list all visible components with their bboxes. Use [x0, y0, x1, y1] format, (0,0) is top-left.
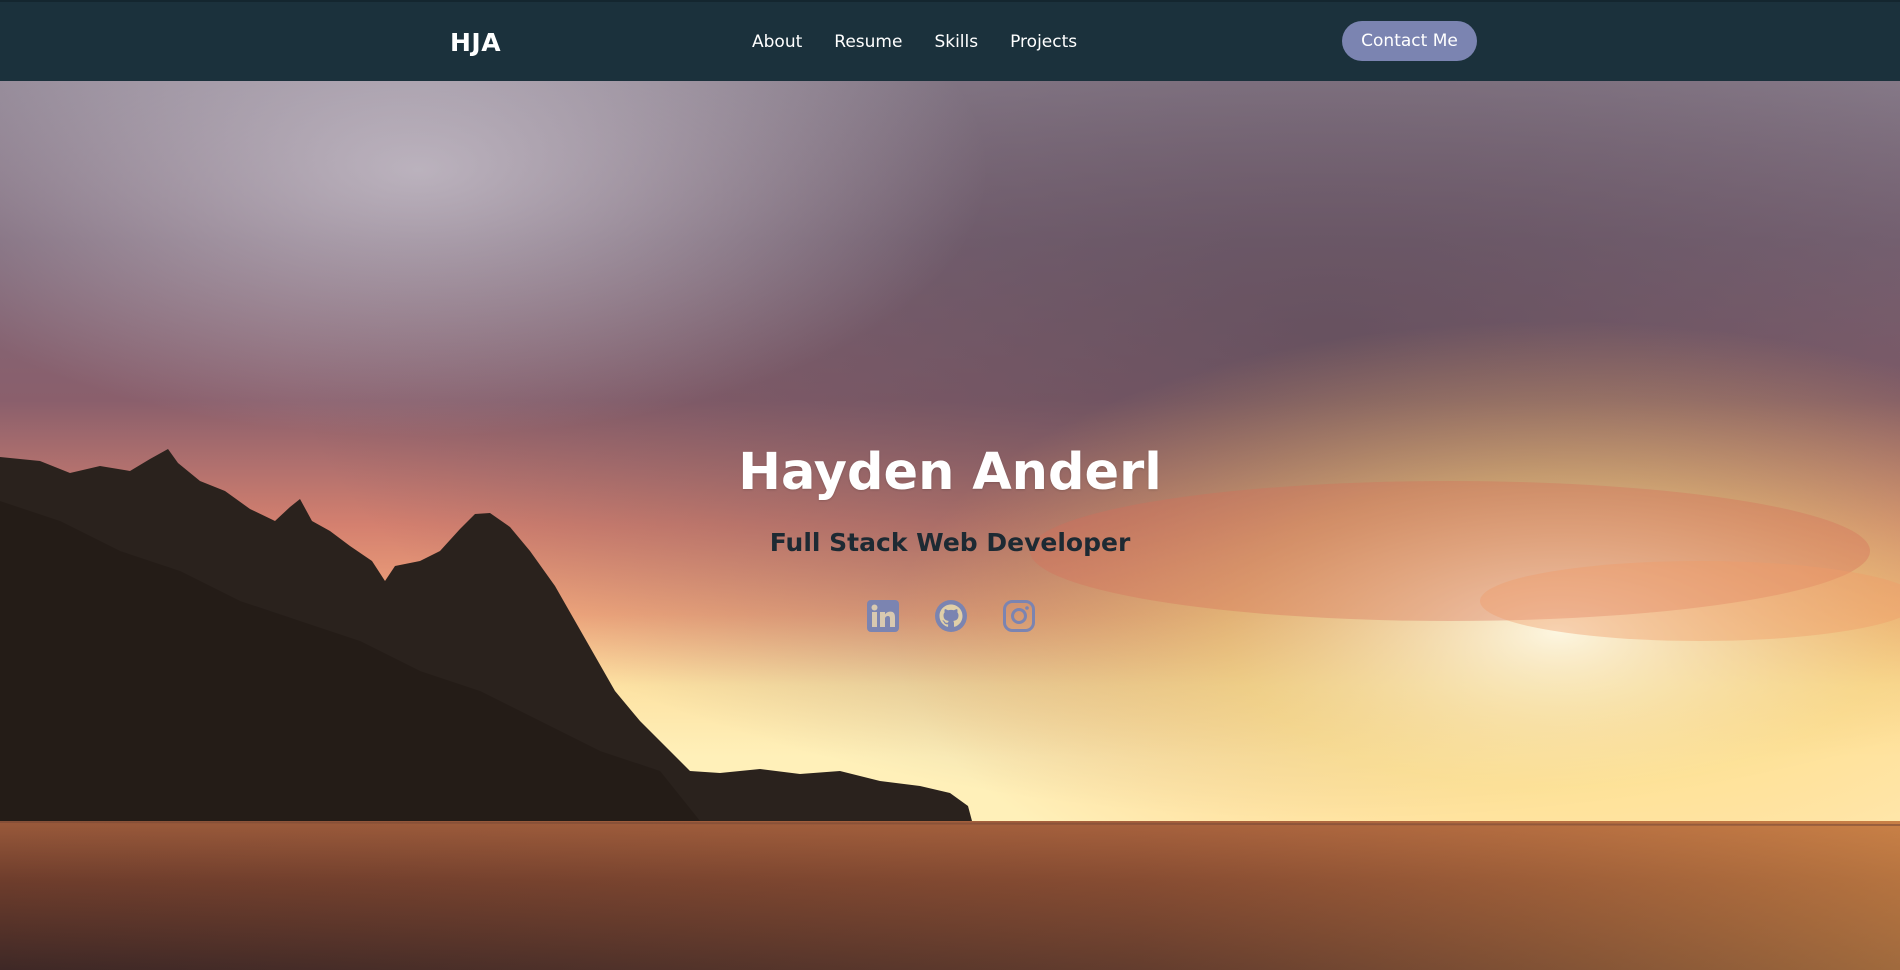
github-icon[interactable] — [934, 599, 968, 633]
linkedin-icon[interactable] — [866, 599, 900, 633]
nav-link-skills[interactable]: Skills — [934, 32, 978, 52]
site-logo[interactable]: HJA — [450, 28, 501, 57]
hero-subtitle: Full Stack Web Developer — [769, 528, 1131, 557]
nav-link-resume[interactable]: Resume — [834, 32, 902, 52]
instagram-icon[interactable] — [1002, 599, 1036, 633]
hero-content: Hayden Anderl Full Stack Web Developer — [0, 81, 1900, 970]
nav-link-about[interactable]: About — [752, 32, 802, 52]
social-links — [866, 599, 1036, 633]
nav-link-projects[interactable]: Projects — [1010, 32, 1077, 52]
hero-name: Hayden Anderl — [738, 443, 1162, 502]
contact-me-button[interactable]: Contact Me — [1342, 21, 1477, 61]
navbar: HJA About Resume Skills Projects Contact… — [0, 0, 1900, 81]
nav-links: About Resume Skills Projects — [752, 32, 1109, 52]
page: HJA About Resume Skills Projects Contact… — [0, 0, 1900, 970]
hero-section: Hayden Anderl Full Stack Web Developer — [0, 81, 1900, 970]
